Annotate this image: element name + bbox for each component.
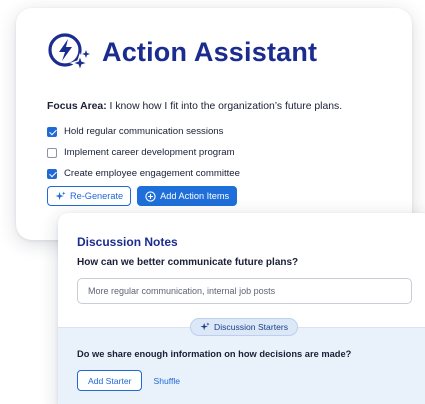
action-list: Hold regular communication sessions Impl…	[47, 121, 240, 184]
bolt-sparkle-icon	[46, 28, 94, 76]
sparkle-icon	[55, 190, 66, 202]
sparkle-icon	[200, 322, 210, 332]
discussion-notes-title: Discussion Notes	[77, 235, 178, 249]
action-item[interactable]: Hold regular communication sessions	[47, 121, 240, 142]
assistant-title: Action Assistant	[102, 36, 318, 67]
assistant-button-row: Re-Generate Add Action Items	[47, 186, 238, 206]
shuffle-link[interactable]: Shuffle	[153, 376, 180, 386]
action-item-label: Implement career development program	[64, 147, 235, 158]
add-starter-label: Add Starter	[88, 375, 132, 386]
focus-area-text: I know how I fit into the organization’s…	[106, 101, 343, 112]
discussion-question: How can we better communicate future pla…	[77, 257, 299, 268]
discussion-starters-panel	[58, 327, 425, 404]
checkbox-checked[interactable]	[47, 168, 57, 179]
discussion-starters-label: Discussion Starters	[214, 322, 289, 332]
add-starter-button[interactable]: Add Starter	[77, 370, 143, 391]
starter-question: Do we share enough information on how de…	[77, 349, 352, 359]
checkbox-checked[interactable]	[47, 126, 57, 137]
add-action-items-label: Add Action Items	[160, 191, 230, 201]
action-item[interactable]: Create employee engagement committee	[47, 163, 240, 184]
discussion-starters-toggle[interactable]: Discussion Starters	[190, 318, 299, 336]
action-assistant-card: Action Assistant Focus Area: I know how …	[16, 8, 412, 240]
discussion-notes-input[interactable]	[77, 278, 412, 304]
action-item[interactable]: Implement career development program	[47, 142, 240, 163]
discussion-notes-card: Discussion Notes How can we better commu…	[58, 213, 425, 404]
regenerate-label: Re-Generate	[70, 191, 124, 201]
focus-area-label: Focus Area:	[47, 101, 107, 112]
checkbox-unchecked[interactable]	[47, 147, 57, 158]
starter-actions: Add Starter Shuffle	[77, 370, 180, 391]
assistant-header: Action Assistant	[46, 28, 317, 76]
action-item-label: Create employee engagement committee	[64, 168, 240, 179]
regenerate-button[interactable]: Re-Generate	[47, 186, 132, 206]
plus-circle-icon	[145, 190, 156, 202]
focus-area: Focus Area: I know how I fit into the or…	[47, 101, 342, 112]
action-item-label: Hold regular communication sessions	[64, 126, 224, 137]
add-action-items-button[interactable]: Add Action Items	[137, 186, 238, 206]
